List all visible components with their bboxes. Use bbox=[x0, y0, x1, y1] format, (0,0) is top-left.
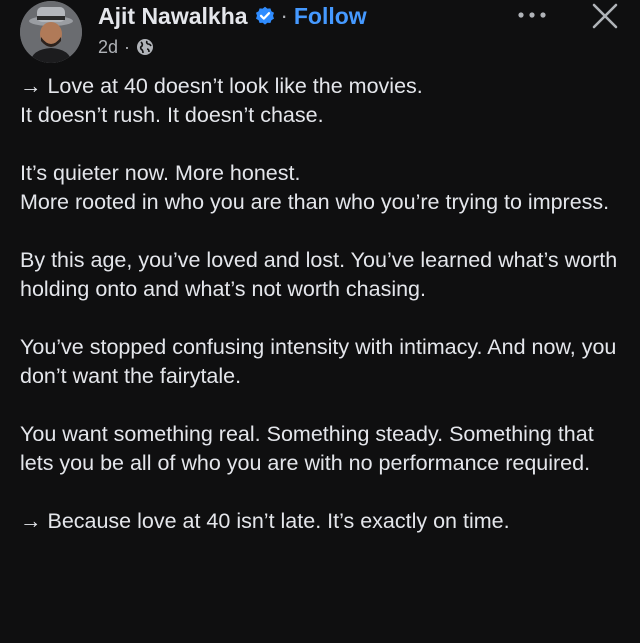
post-text: → Love at 40 doesn’t look like the movie… bbox=[20, 72, 626, 565]
author-line: Ajit Nawalkha · Follow bbox=[98, 1, 367, 31]
verified-badge-icon bbox=[255, 6, 275, 26]
post-paragraph: → Because love at 40 isn’t late. It’s ex… bbox=[20, 509, 510, 533]
author-avatar[interactable] bbox=[20, 1, 82, 63]
post-paragraph: → Love at 40 doesn’t look like the movie… bbox=[20, 74, 423, 127]
separator-dot: · bbox=[280, 3, 288, 28]
post-paragraph: By this age, you’ve loved and lost. You’… bbox=[20, 248, 618, 301]
more-options-icon[interactable] bbox=[510, 2, 554, 28]
follow-button[interactable]: Follow bbox=[294, 3, 367, 30]
post-paragraph: You’ve stopped confusing intensity with … bbox=[20, 335, 617, 388]
post-timestamp[interactable]: 2d bbox=[98, 37, 118, 58]
globe-icon bbox=[136, 38, 154, 56]
author-name[interactable]: Ajit Nawalkha bbox=[98, 3, 248, 30]
post-header: Ajit Nawalkha · Follow 2d · bbox=[0, 0, 640, 70]
meta-separator: · bbox=[124, 36, 131, 57]
post-paragraph: It’s quieter now. More honest. More root… bbox=[20, 161, 610, 214]
close-icon[interactable] bbox=[588, 0, 622, 34]
post-paragraph: You want something real. Something stead… bbox=[20, 422, 594, 475]
post-meta: 2d · bbox=[98, 36, 154, 58]
